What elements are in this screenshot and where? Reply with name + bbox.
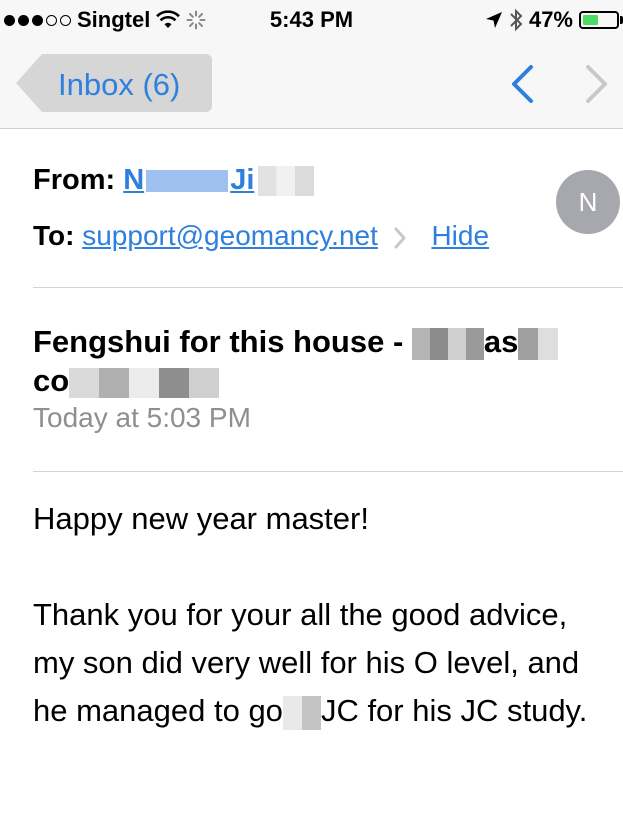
- message-date: Today at 5:03 PM: [33, 402, 251, 433]
- to-row: To: support@geomancy.net Hide: [33, 220, 489, 252]
- to-label: To:: [33, 220, 75, 251]
- greeting-paragraph: Happy new year master!: [33, 501, 369, 536]
- sender-avatar[interactable]: N: [556, 170, 620, 234]
- previous-message-icon[interactable]: [507, 64, 537, 104]
- bluetooth-icon: [510, 8, 523, 32]
- subject-line: Fengshui for this house - as co: [33, 322, 613, 400]
- body-paragraph: Thank you for your all the good advice, …: [33, 597, 588, 730]
- message-body: Happy new year master! Thank you for you…: [33, 495, 613, 735]
- battery-icon: [579, 11, 619, 29]
- redacted-subject-3: [69, 367, 220, 398]
- redacted-subject-2: [518, 327, 559, 360]
- location-arrow-icon: [485, 12, 502, 28]
- recipient-address[interactable]: support@geomancy.net: [82, 220, 378, 251]
- subject-divider: [33, 471, 623, 472]
- next-message-icon[interactable]: [582, 64, 612, 104]
- redacted-sender-tail: [258, 166, 315, 197]
- back-button-label[interactable]: Inbox (6): [58, 67, 180, 103]
- status-right: 47%: [485, 7, 623, 33]
- battery-percentage: 47%: [528, 7, 573, 32]
- hide-details-link[interactable]: Hide: [431, 220, 489, 251]
- from-label: From:: [33, 164, 116, 196]
- from-row: From: N Ji: [33, 164, 315, 197]
- redacted-school: [282, 695, 321, 730]
- header-divider: [33, 287, 623, 288]
- recipient-chevron-icon[interactable]: [392, 227, 408, 249]
- sender-name[interactable]: N Ji: [123, 164, 254, 196]
- redacted-subject-1: [411, 327, 484, 360]
- status-bar: Singtel 5:43 PM 47%: [0, 0, 623, 40]
- redacted-sender: [146, 170, 229, 193]
- navigation-bar: Inbox (6): [0, 40, 623, 129]
